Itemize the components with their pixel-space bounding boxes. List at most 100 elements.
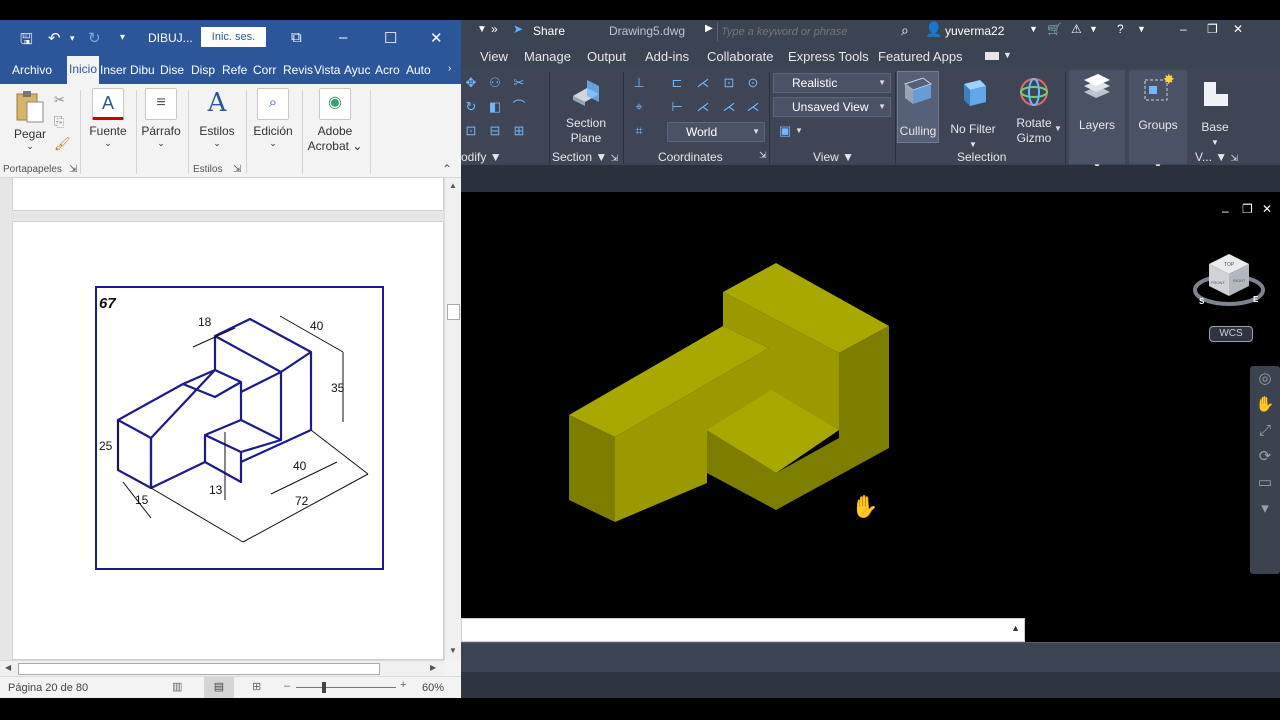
command-line[interactable]: ▲ [461,618,1025,642]
ucs-3point-icon[interactable]: ⊙ [745,76,761,90]
scroll-down-icon[interactable]: ▼ [449,646,457,655]
ucs-object-icon[interactable]: ⋌ [695,76,711,90]
undo-dropdown-icon[interactable]: ▾ [70,33,75,44]
tab-archivo[interactable]: Archivo [12,63,52,77]
tab-inicio[interactable]: Inicio [67,56,100,84]
zoom-slider[interactable] [296,687,396,688]
ucs-x-icon[interactable]: ⊢ [669,100,685,114]
rotate-gizmo-button[interactable]: Rotate Gizmo [1009,74,1059,146]
vertical-scrollbar[interactable]: ▲ ▼ [444,178,461,660]
user-name[interactable]: yuverma22 [945,24,1004,38]
zoom-level[interactable]: 60% [422,682,444,694]
tab-acrobat[interactable]: Acro [375,63,400,77]
base-button[interactable]: Base ▼ [1191,74,1239,150]
pan-icon[interactable]: ✋ [1250,392,1280,418]
saved-view-combo[interactable]: Unsaved View [773,97,891,117]
zoom-in-icon[interactable]: + [400,679,406,691]
clipboard-launcher-icon[interactable]: ⇲ [69,164,77,175]
minimize-icon[interactable]: – [1180,22,1187,36]
tab-diseno[interactable]: Dise [160,63,184,77]
horizontal-scroll-thumb[interactable] [18,663,380,675]
tab-manage[interactable]: Manage [524,49,571,64]
sign-in-button[interactable]: Inic. ses. [201,27,266,47]
tab-output[interactable]: Output [587,49,626,64]
mirror-icon[interactable]: ◧ [487,100,503,114]
trim-icon[interactable]: ✂ [511,76,527,90]
format-painter-icon[interactable]: 🖌 [54,136,71,152]
font-button[interactable]: A Fuente ⌄ [86,88,130,149]
ucs-y-icon[interactable]: ⋌ [695,100,711,114]
tab-add-ins[interactable]: Add-ins [645,49,689,64]
ucs-named-icon[interactable]: ⌖ [631,100,647,114]
qat-dropdown-icon[interactable]: ▼ [477,24,487,35]
solid-model[interactable] [569,263,889,522]
paste-button[interactable]: Pegar ⌄ [12,90,48,152]
tab-disposicion[interactable]: Disp [191,63,215,77]
print-layout-icon[interactable]: ▤ [204,677,234,698]
tab-auto[interactable]: Auto [406,63,431,77]
layers-button[interactable]: Layers ▼ [1069,70,1125,171]
ribbon-state-dropdown-icon[interactable]: ▼ [1003,50,1012,60]
horizontal-scrollbar[interactable]: ◀ ▶ [0,660,444,676]
read-mode-icon[interactable]: ▥ [172,680,182,693]
rect-array-icon[interactable]: ⊞ [511,124,527,138]
ucs-combo[interactable]: World [667,122,765,142]
steering-wheel-icon[interactable]: ◎ [1250,366,1280,392]
rotate-gizmo-dropdown-icon[interactable]: ▼ [1054,124,1062,133]
close-icon[interactable]: ✕ [1233,22,1243,36]
groups-button[interactable]: ✸ Groups ▼ [1129,70,1187,171]
orbit-icon[interactable]: ⟳ [1250,444,1280,470]
copy-icon[interactable]: ⎘ [54,114,64,130]
scroll-right-icon[interactable]: ▶ [430,663,436,672]
viewport-config-icon[interactable]: ▣ [777,124,793,138]
search-icon[interactable]: ⌕ [901,22,909,39]
tabs-scroll-right-icon[interactable]: › [448,63,451,74]
adobe-acrobat-button[interactable]: ◉ Adobe Acrobat ⌄ [306,88,364,154]
scroll-up-icon[interactable]: ▲ [449,181,457,190]
zoom-out-icon[interactable]: – [284,680,290,692]
tab-insertar[interactable]: Inser [100,63,127,77]
styles-button[interactable]: A Estilos ⌄ [194,88,240,149]
tab-referencias[interactable]: Refe [222,63,247,77]
ucs-icon[interactable]: ⊥ [631,76,647,90]
tab-view[interactable]: View [480,49,508,64]
ribbon-display-icon[interactable]: ⧉ [291,29,302,46]
vertical-scroll-thumb[interactable] [447,304,460,320]
minimize-icon[interactable]: – [339,29,347,46]
ribbon-state-icon[interactable] [985,52,999,60]
fillet-icon[interactable]: ⌒ [511,100,527,114]
culling-button[interactable]: Culling [897,71,939,143]
tab-dibujar[interactable]: Dibu [130,63,155,77]
group-view-label[interactable]: View ▼ [813,150,854,164]
paste-dropdown-icon[interactable]: ⌄ [12,141,48,152]
help-dropdown-icon[interactable]: ▼ [1137,24,1146,34]
tab-featured-apps[interactable]: Featured Apps [878,49,963,64]
cut-icon[interactable]: ✂ [54,92,65,108]
scroll-left-icon[interactable]: ◀ [5,663,11,672]
ucs-view-icon[interactable]: ⊏ [669,76,685,90]
wcs-menu[interactable]: WCS [1209,326,1253,342]
zoom-slider-thumb[interactable] [322,682,326,693]
styles-launcher-icon[interactable]: ⇲ [233,164,241,175]
user-dropdown-icon[interactable]: ▼ [1029,24,1038,34]
group-view-partial-label[interactable]: V... ▼ ⇲ [1195,150,1238,164]
scale-icon[interactable]: ⊡ [463,124,479,138]
web-layout-icon[interactable]: ⊞ [252,680,261,693]
restore-icon[interactable]: ❐ [1207,22,1218,36]
offset-icon[interactable]: ⊟ [487,124,503,138]
no-filter-button[interactable]: No Filter ▼ [947,74,999,152]
ucs-z-icon[interactable]: ⋌ [721,100,737,114]
3d-model[interactable] [461,198,1280,618]
tab-collaborate[interactable]: Collaborate [707,49,774,64]
group-section-label[interactable]: Section ▼ ⇲ [552,150,618,164]
section-plane-button[interactable]: Section Plane [559,74,613,146]
collapse-ribbon-icon[interactable]: ⌃ [442,162,452,176]
move-icon[interactable]: ✥ [463,76,479,90]
ucs-zaxis-icon[interactable]: ⋌ [745,100,761,114]
tab-express-tools[interactable]: Express Tools [788,49,869,64]
tab-correspondencia[interactable]: Corr [253,63,276,77]
array-icon[interactable]: ⚇ [487,76,503,90]
close-icon[interactable]: ✕ [430,29,443,47]
maximize-icon[interactable]: ☐ [384,29,397,47]
rotate-icon[interactable]: ↻ [463,100,479,114]
